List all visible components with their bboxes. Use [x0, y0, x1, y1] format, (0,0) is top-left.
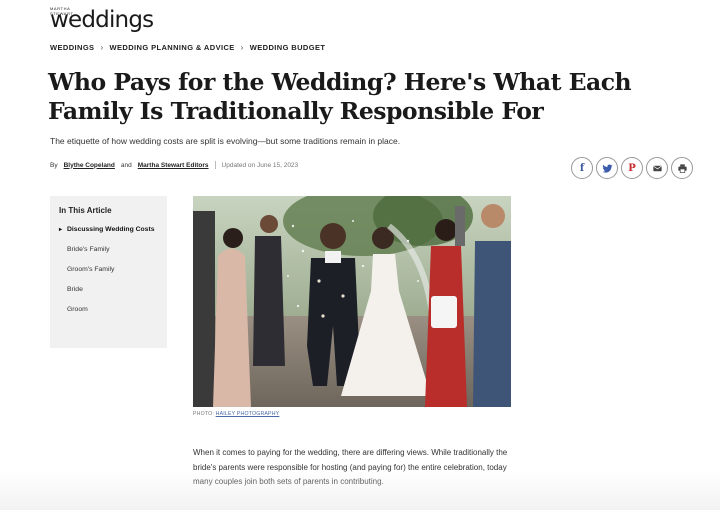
byline: By Blythe Copeland and Martha Stewart Ed…	[50, 161, 298, 169]
breadcrumb-separator: ›	[240, 43, 244, 52]
print-icon	[677, 163, 687, 173]
author-link[interactable]: Blythe Copeland	[64, 162, 115, 169]
byline-by: By	[50, 161, 58, 169]
breadcrumb: WEDDINGS › WEDDING PLANNING & ADVICE › W…	[50, 43, 325, 52]
toc-heading: In This Article	[59, 206, 112, 215]
email-share-button[interactable]	[646, 157, 668, 179]
facebook-share-button[interactable]: f	[571, 157, 593, 179]
author-link[interactable]: Martha Stewart Editors	[138, 162, 209, 169]
updated-date: Updated on June 15, 2023	[221, 161, 299, 169]
hero-photo	[193, 196, 511, 407]
article-title: Who Pays for the Wedding? Here's What Ea…	[48, 68, 632, 125]
toc-item-label: Bride's Family	[67, 246, 110, 253]
toc-item-label: Groom's Family	[67, 266, 115, 273]
photo-credit-label: PHOTO:	[193, 411, 214, 417]
breadcrumb-separator: ›	[100, 43, 104, 52]
facebook-icon: f	[579, 162, 585, 174]
twitter-share-button[interactable]	[596, 157, 618, 179]
twitter-icon	[601, 164, 613, 173]
breadcrumb-planning-advice[interactable]: WEDDING PLANNING & ADVICE	[110, 43, 235, 52]
toc-item-discussing-costs[interactable]: ▸ Discussing Wedding Costs	[59, 224, 158, 236]
toc-item-label: Groom	[67, 306, 88, 313]
pinterest-icon: P	[628, 162, 636, 174]
byline-and: and	[120, 161, 132, 169]
toc-item-grooms-family[interactable]: Groom's Family	[59, 264, 158, 276]
toc-item-bride[interactable]: Bride	[59, 284, 158, 296]
photo-credit: PHOTO: HAILEY PHOTOGRAPHY	[193, 411, 279, 417]
breadcrumb-weddings[interactable]: WEDDINGS	[50, 43, 94, 52]
toc-item-groom[interactable]: Groom	[59, 304, 158, 316]
logo-wordmark: weddings	[50, 7, 154, 33]
toc-item-brides-family[interactable]: Bride's Family	[59, 244, 158, 256]
article-body-paragraph: When it comes to paying for the wedding,…	[193, 448, 508, 486]
table-of-contents: In This Article ▸ Discussing Wedding Cos…	[50, 196, 167, 348]
share-bar: f P	[571, 157, 693, 179]
byline-divider	[214, 161, 216, 169]
article-subtitle: The etiquette of how wedding costs are s…	[50, 136, 401, 146]
breadcrumb-wedding-budget[interactable]: WEDDING BUDGET	[250, 43, 326, 52]
caret-right-icon: ▸	[59, 227, 63, 233]
photo-credit-link[interactable]: HAILEY PHOTOGRAPHY	[216, 411, 280, 417]
email-icon	[652, 165, 662, 171]
pinterest-share-button[interactable]: P	[621, 157, 643, 179]
toc-item-label: Bride	[67, 286, 83, 293]
toc-item-label: Discussing Wedding Costs	[67, 226, 155, 233]
print-button[interactable]	[671, 157, 693, 179]
